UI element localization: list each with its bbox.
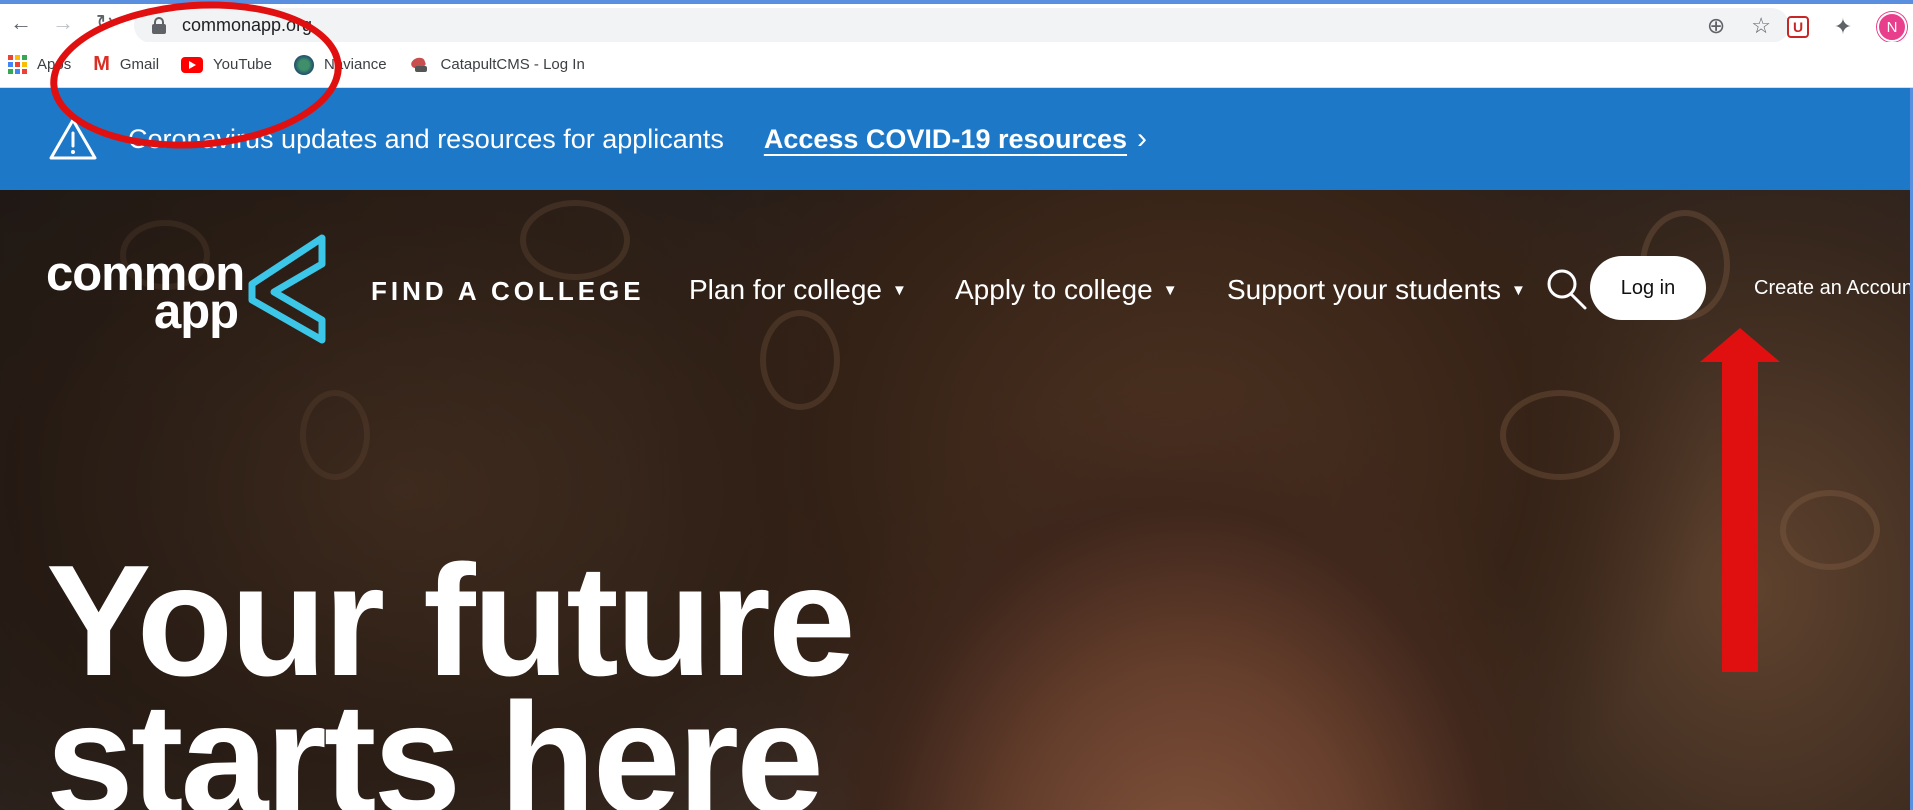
create-account-link[interactable]: Create an Account — [1754, 277, 1910, 300]
puzzle-icon[interactable]: ✦ — [1831, 14, 1855, 39]
nav-label: Plan for college — [689, 274, 883, 305]
nav-label: Support your students — [1227, 274, 1501, 305]
avatar[interactable]: N — [1877, 12, 1907, 42]
bookmark-star-icon[interactable]: ☆ — [1751, 13, 1771, 39]
hero-headline-line1: Your future — [46, 533, 856, 709]
bookmark-label: CatapultCMS - Log In — [440, 56, 585, 73]
common-app-logo[interactable]: common app — [46, 234, 336, 344]
back-arrow-icon[interactable]: ← — [0, 4, 42, 42]
nav-label: Apply to college — [955, 274, 1153, 305]
caret-down-icon: ▼ — [1510, 281, 1526, 299]
bookmark-catapultcms[interactable]: CatapultCMS - Log In — [409, 56, 585, 74]
search-icon[interactable] — [1544, 266, 1588, 310]
nav-find-a-college[interactable]: FIND A COLLEGE — [371, 276, 645, 307]
caret-down-icon: ▼ — [1162, 281, 1178, 299]
extensions-area: U ✦ N — [1787, 8, 1913, 46]
address-bar-actions: ⊕ ☆ — [1707, 8, 1771, 43]
forward-arrow-icon[interactable]: → — [42, 4, 84, 42]
zoom-icon[interactable]: ⊕ — [1707, 13, 1725, 39]
caret-down-icon: ▼ — [892, 281, 907, 299]
address-bar[interactable]: commonapp.org ⊕ ☆ — [134, 8, 1789, 43]
nav-apply-to-college[interactable]: Apply to college ▼ — [955, 274, 1178, 306]
apps-icon — [8, 55, 27, 74]
nav-support-your-students[interactable]: Support your students ▼ — [1227, 274, 1526, 306]
logo-text-app: app — [154, 285, 239, 339]
covid-resources-link[interactable]: Access COVID-19 resources — [764, 124, 1127, 155]
logo-mark-icon — [248, 234, 326, 344]
nav-plan-for-college[interactable]: Plan for college ▼ — [689, 274, 907, 306]
catapult-icon — [409, 56, 431, 74]
chevron-right-icon[interactable]: › — [1137, 122, 1147, 156]
hero-headline: Your future starts here — [46, 533, 856, 810]
extension-shield-icon[interactable]: U — [1787, 16, 1809, 38]
hero-headline-line2: starts here — [46, 671, 824, 810]
annotation-arrow-icon — [1700, 328, 1780, 672]
login-button[interactable]: Log in — [1590, 256, 1706, 320]
hero-section: common app FIND A COLLEGE Plan for colle… — [0, 190, 1910, 810]
